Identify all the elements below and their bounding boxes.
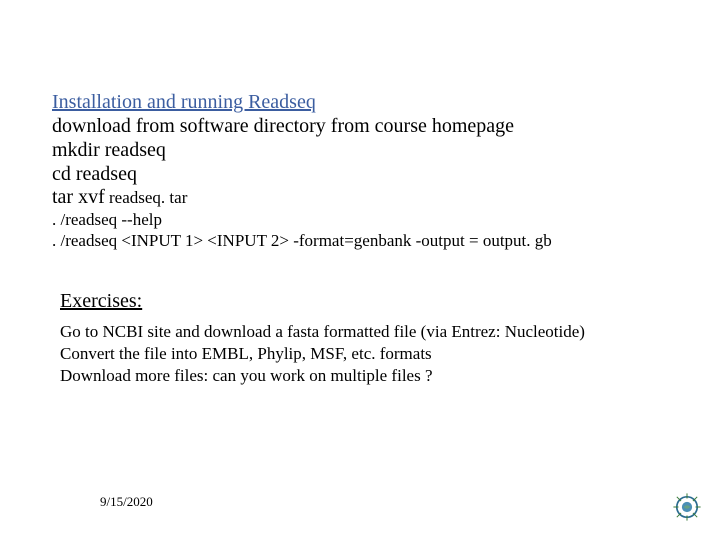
exercise-1: Go to NCBI site and download a fasta for…	[60, 321, 670, 343]
install-line-help: . /readseq --help	[52, 209, 670, 230]
tar-args: readseq. tar	[105, 188, 188, 207]
exercise-2: Convert the file into EMBL, Phylip, MSF,…	[60, 343, 670, 365]
tar-cmd: tar xvf	[52, 186, 105, 208]
slide-content: Installation and running Readseq downloa…	[0, 0, 720, 387]
exercises-title: Exercises:	[60, 290, 670, 313]
exercise-3: Download more files: can you work on mul…	[60, 365, 670, 387]
exercises-block: Exercises: Go to NCBI site and download …	[52, 290, 670, 387]
install-line-download: download from software directory from co…	[52, 114, 670, 138]
section-heading: Installation and running Readseq	[52, 90, 670, 114]
logo-badge-icon	[670, 490, 704, 524]
install-line-cd: cd readseq	[52, 162, 670, 186]
footer-date: 9/15/2020	[100, 494, 153, 510]
install-line-tar: tar xvf readseq. tar	[52, 186, 670, 209]
install-line-mkdir: mkdir readseq	[52, 138, 670, 162]
install-line-cmd: . /readseq <INPUT 1> <INPUT 2> -format=g…	[52, 230, 670, 251]
